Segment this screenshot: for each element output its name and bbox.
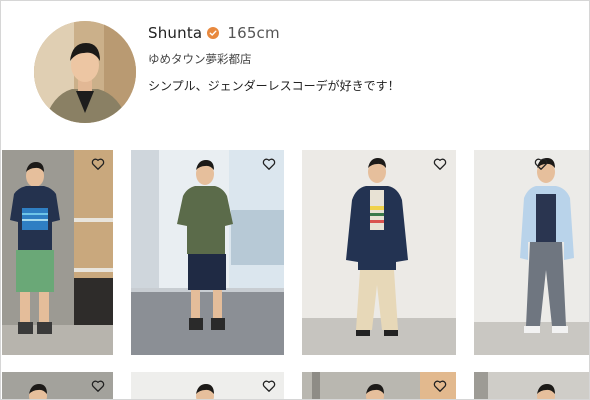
coordinate-thumbnail-8[interactable]	[474, 372, 589, 399]
favorite-heart-icon[interactable]	[433, 379, 449, 395]
store-name[interactable]: ゆめタウン夢彩都店	[148, 51, 252, 67]
coordinate-thumbnail-7[interactable]	[302, 372, 456, 399]
coordinate-thumbnail-6[interactable]	[131, 372, 284, 399]
favorite-heart-icon[interactable]	[534, 157, 550, 173]
coordinate-thumbnail-1[interactable]	[2, 150, 113, 355]
coordinate-thumbnail-2[interactable]	[131, 150, 284, 355]
avatar	[34, 21, 136, 123]
favorite-heart-icon[interactable]	[91, 157, 107, 173]
user-height: 165cm	[227, 24, 280, 42]
favorite-heart-icon[interactable]	[262, 379, 278, 395]
favorite-heart-icon[interactable]	[262, 157, 278, 173]
coordinate-thumbnail-5[interactable]	[2, 372, 113, 399]
staff-profile-page: Shunta 165cm ゆめタウン夢彩都店 シンプル、ジェンダーレスコーデが好…	[0, 0, 590, 400]
verified-badge-icon	[207, 27, 220, 39]
coordinate-thumbnail-4[interactable]	[474, 150, 589, 355]
coordinate-thumbnail-3[interactable]	[302, 150, 456, 355]
profile-bio: シンプル、ジェンダーレスコーデが好きです！	[148, 79, 400, 93]
user-name: Shunta	[148, 24, 203, 42]
favorite-heart-icon[interactable]	[91, 379, 107, 395]
profile-name-row: Shunta 165cm	[148, 23, 280, 43]
favorite-heart-icon[interactable]	[433, 157, 449, 173]
